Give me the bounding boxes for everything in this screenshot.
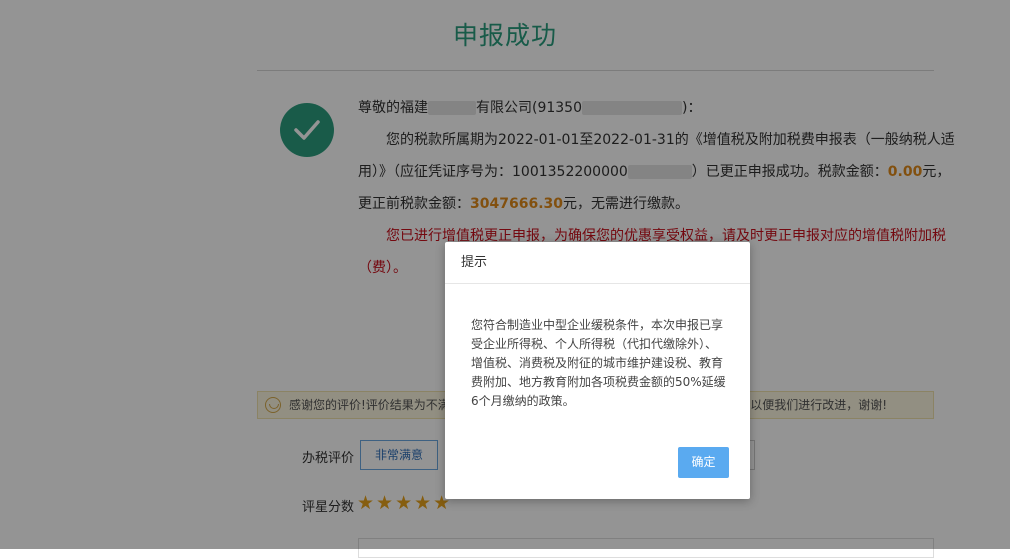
dialog-body-line: 受企业所得税、个人所得税（代扣代缴除外）、: [471, 337, 718, 351]
tip-dialog: 提示 您符合制造业中型企业缓税条件，本次申报已享 受企业所得税、个人所得税（代扣…: [445, 242, 750, 499]
dialog-body-line: 增值税、消费税及附征的城市维护建设税、教育: [471, 356, 724, 370]
dialog-body-line: 费附加、地方教育附加各项税费金额的50%延缓: [471, 375, 726, 389]
dialog-body-line: 6个月缴纳的政策。: [471, 394, 575, 408]
dialog-title: 提示: [445, 242, 750, 284]
dialog-body-line: 您符合制造业中型企业缓税条件，本次申报已享: [471, 318, 724, 332]
confirm-button[interactable]: 确定: [678, 447, 729, 478]
dialog-body: 您符合制造业中型企业缓税条件，本次申报已享 受企业所得税、个人所得税（代扣代缴除…: [471, 316, 727, 411]
